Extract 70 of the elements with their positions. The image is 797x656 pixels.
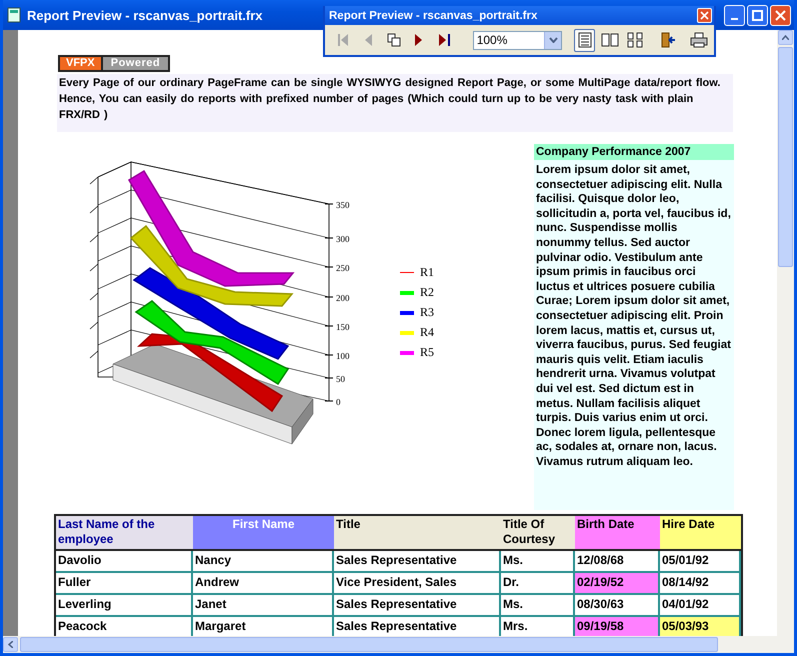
printer-icon (690, 32, 708, 48)
close-icon (775, 10, 786, 20)
table-cell: Nancy (193, 551, 334, 573)
scrollbar-thumb[interactable] (778, 47, 793, 267)
table-cell: Sales Representative (334, 595, 501, 617)
table-cell: 02/19/52 (575, 573, 660, 595)
view-button[interactable] (574, 28, 596, 52)
table-cell: 08/14/92 (660, 573, 741, 595)
table-cell: Margaret (193, 617, 334, 636)
toolbar-title: Report Preview - rscanvas_portrait.frx (329, 10, 538, 22)
table-cell: 05/01/92 (660, 551, 741, 573)
scrollbar-thumb[interactable] (20, 637, 718, 652)
legend-label: R4 (420, 325, 434, 340)
axis-label: 200 (336, 293, 350, 303)
legend-label: R2 (420, 285, 434, 300)
table-cell: Fuller (56, 573, 193, 595)
close-button[interactable] (770, 4, 791, 26)
column-header: Title (334, 516, 501, 551)
column-header: Hire Date (660, 516, 741, 551)
table-cell: Janet (193, 595, 334, 617)
table-cell: Mrs. (501, 617, 575, 636)
two-pages-icon (600, 33, 619, 47)
table-cell: 09/19/58 (575, 617, 660, 636)
legend-label: R3 (420, 305, 434, 320)
window-title: Report Preview - rscanvas_portrait.frx (27, 8, 263, 22)
column-header: Birth Date (575, 516, 660, 551)
axis-label: 50 (336, 374, 345, 384)
legend-label: R1 (420, 265, 434, 280)
table-cell: 04/01/92 (660, 595, 741, 617)
table-cell: Peacock (56, 617, 193, 636)
scroll-up-button[interactable] (778, 30, 793, 45)
column-header: Title Of Courtesy (501, 516, 575, 551)
table-cell: Ms. (501, 595, 575, 617)
app-icon (7, 7, 21, 23)
logo-text: Powered (102, 57, 168, 70)
maximize-icon (752, 10, 763, 20)
close-icon (700, 11, 709, 20)
minimize-button[interactable] (724, 4, 745, 26)
axis-label: 150 (336, 322, 350, 332)
exit-icon (660, 32, 676, 48)
table-cell: 12/08/68 (575, 551, 660, 573)
logo-text: VFPX (60, 57, 101, 70)
table-cell: Andrew (193, 573, 334, 595)
legend-label: R5 (420, 345, 434, 360)
intro-paragraph: Every Page of our ordinary PageFrame can be single WYSIWYG designed Report Page, or some MultiPage data/report flow. Hence, You can easily do reports with prefixed number of pages (Which could turn up to be very nasty task with plain FRX/RD ) (57, 74, 733, 132)
column-header: Last Name of the employee (56, 516, 193, 551)
single-page-icon (578, 32, 592, 48)
four-pages-icon (627, 32, 644, 48)
maximize-button[interactable] (747, 4, 768, 26)
axis-label: 350 (336, 200, 350, 210)
panel-text: Lorem ipsum dolor sit amet, consectetuer adipiscing elit. Nulla facilisi. Quisque dolor leo, sollicitudin a, porta vel, faucibus id, nunc. Suspendisse mollis nonummy tellus. Sed auctor pulvinar odio. Vestibulum ante ipsum primis in faucibus orci luctus et ultrices posuere cubilia Curae; Lorem ipsum dolor sit amet, consectetuer adipiscing elit. Proin lorem lacus, mattis et, cursus ut, viverra faucibus, purus. Sed feugiat mauris quis velit. Etiam iaculis hendrerit urna. Vivamus volutpat dui vel est. Sed dictum est in metus. Nullam facilisis aliquet turpis. Duis varius enim ut orci. Donec lorem ligula, pellentesque ac, sodales at, ornare non, lacus. Vivamus rutrum aliquam leo. (536, 163, 732, 470)
axis-label: 250 (336, 263, 350, 273)
column-header: First Name (193, 516, 334, 551)
zoom-select[interactable]: 100% (472, 30, 562, 50)
table-cell: Ms. (501, 551, 575, 573)
table-cell: Sales Representative (334, 551, 501, 573)
close-button[interactable] (697, 8, 712, 23)
panel-title: Company Performance 2007 (534, 144, 734, 160)
axis-label: 300 (336, 234, 350, 244)
axis-label: 0 (336, 397, 340, 407)
table-cell: 05/03/93 (660, 617, 741, 636)
axis-label: 100 (336, 351, 350, 361)
table-cell: Davolio (56, 551, 193, 573)
table-cell: 08/30/63 (575, 595, 660, 617)
table-cell: Sales Representative (334, 617, 501, 636)
minimize-icon (731, 18, 738, 20)
table-cell: Leverling (56, 595, 193, 617)
table-cell: Vice President, Sales (334, 573, 501, 595)
table-cell: Dr. (501, 573, 575, 595)
scroll-left-button[interactable] (3, 637, 18, 652)
